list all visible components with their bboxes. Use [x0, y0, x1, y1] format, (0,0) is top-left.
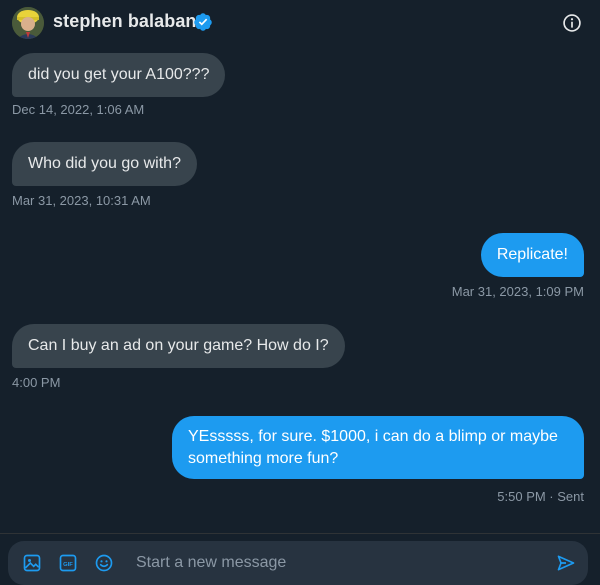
- contact-name[interactable]: stephen balaban: [53, 11, 197, 32]
- message-text-line: something more fun?: [188, 450, 339, 467]
- emoji-icon[interactable]: [94, 553, 114, 573]
- message-timestamp: Mar 31, 2023, 1:09 PM: [451, 284, 584, 299]
- gif-icon[interactable]: GIF: [58, 553, 78, 573]
- message-bubble-incoming[interactable]: did you get your A100???: [12, 53, 226, 97]
- message-timestamp: Dec 14, 2022, 1:06 AM: [12, 102, 145, 117]
- message-bubble-incoming[interactable]: Can I buy an ad on your game? How do I?: [12, 324, 345, 368]
- image-icon[interactable]: [22, 553, 42, 573]
- composer-divider: [0, 533, 600, 534]
- message-text-line: YEsssss, for sure. $1000, i can do a bli…: [188, 428, 558, 445]
- svg-text:GIF: GIF: [63, 562, 73, 568]
- send-icon[interactable]: [556, 553, 576, 573]
- message-composer: GIF: [8, 541, 588, 585]
- message-bubble-incoming[interactable]: Who did you go with?: [12, 142, 197, 186]
- message-bubble-outgoing[interactable]: YEsssss, for sure. $1000, i can do a bli…: [172, 416, 584, 479]
- avatar[interactable]: [12, 7, 44, 39]
- message-timestamp: 4:00 PM: [12, 375, 61, 390]
- message-timestamp: 5:50 PM · Sent: [497, 489, 584, 504]
- conversation-header: stephen balaban: [0, 0, 600, 46]
- message-bubble-outgoing[interactable]: Replicate!: [480, 233, 584, 277]
- message-timestamp: Mar 31, 2023, 10:31 AM: [12, 193, 151, 208]
- message-input[interactable]: [136, 553, 536, 573]
- verified-badge-icon: [194, 13, 212, 31]
- info-icon[interactable]: [562, 13, 582, 33]
